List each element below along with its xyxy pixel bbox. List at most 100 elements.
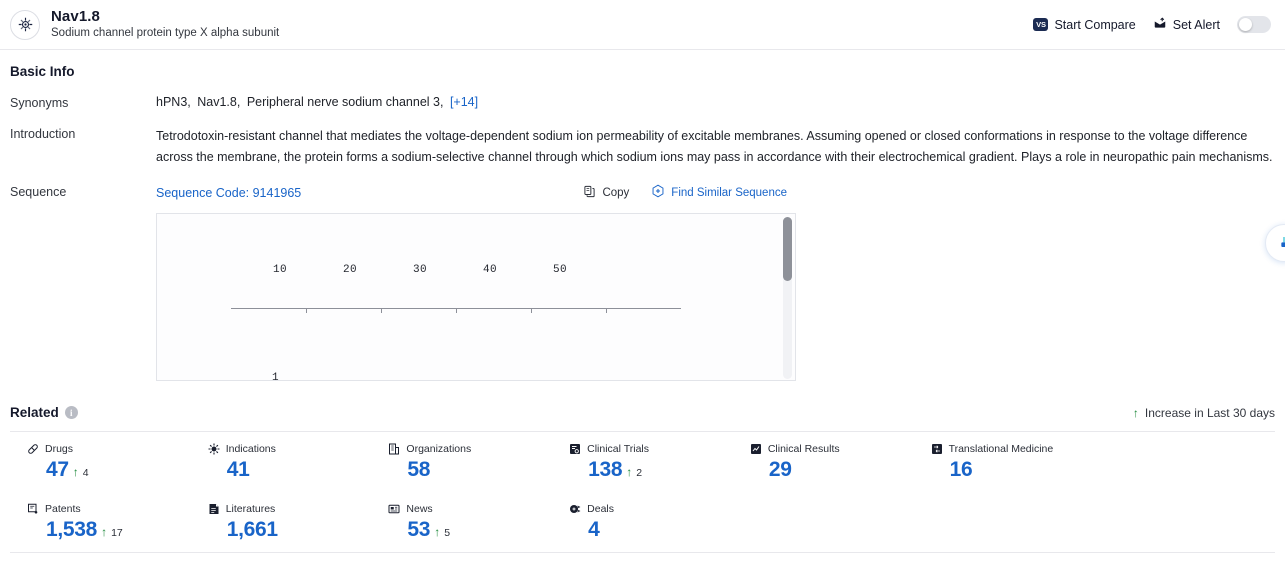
sequence-scrollbar[interactable] — [783, 217, 792, 379]
stat-value: 53 — [407, 518, 431, 541]
stat-label: Patents — [45, 503, 81, 515]
increase-legend: ↑ Increase in Last 30 days — [1133, 406, 1275, 420]
synonyms-value: hPN3, Nav1.8, Peripheral nerve sodium ch… — [156, 95, 1275, 110]
related-header: Related i ↑ Increase in Last 30 days — [10, 405, 1275, 420]
stat-card-deals[interactable]: Deals 4 — [552, 492, 733, 552]
stat-value-row: 29 — [750, 458, 914, 482]
sequence-content: Sequence Code: 9141965 Copy Find Similar… — [156, 184, 1275, 381]
page-title: Nav1.8 — [51, 8, 100, 25]
stat-value: 41 — [226, 458, 250, 481]
stat-delta: 5 — [444, 527, 451, 539]
set-alert-label: Set Alert — [1172, 17, 1220, 32]
stat-card-literatures[interactable]: Literatures 1,661 — [191, 492, 372, 552]
stat-value: 29 — [768, 458, 792, 481]
start-compare-label: Start Compare — [1054, 17, 1136, 32]
stat-header: Clinical Trials — [569, 443, 733, 455]
stat-value: 1,661 — [226, 518, 278, 541]
copy-label: Copy — [602, 186, 630, 199]
sequence-tools: Copy Find Similar Sequence — [583, 184, 1275, 201]
stat-value-row: 1,538 ↑ 17 — [27, 518, 191, 542]
stat-value-row: 138 ↑ 2 — [569, 458, 733, 482]
sequence-ruler: 10 20 30 40 50 — [231, 264, 568, 276]
arrow-up-icon: ↑ — [626, 465, 633, 479]
stat-label: Clinical Results — [767, 443, 840, 455]
sequence-header: Sequence Code: 9141965 Copy Find Similar… — [156, 184, 1275, 201]
stat-header: Clinical Results — [750, 443, 914, 455]
stat-value: 1,538 — [46, 518, 98, 541]
find-similar-icon — [651, 184, 665, 201]
header-titles: Nav1.8 Sodium channel protein type X alp… — [51, 8, 279, 41]
stat-card-indications[interactable]: Indications 41 — [191, 432, 372, 492]
sequence-ruler-line — [231, 307, 681, 313]
sequence-viewer[interactable]: 10 20 30 40 50 1 MEFPIGSLET NNFRRFTPES L… — [156, 213, 796, 381]
page-body: Basic Info Synonyms hPN3, Nav1.8, Periph… — [0, 64, 1285, 553]
find-similar-sequence-button[interactable]: Find Similar Sequence — [651, 184, 787, 201]
set-alert-button[interactable]: Set Alert — [1153, 16, 1220, 33]
translational-icon — [931, 443, 943, 455]
stat-header: Patents — [27, 503, 191, 515]
stat-header: Indications — [208, 443, 372, 455]
sequence-row: Sequence Sequence Code: 9141965 Copy Fin… — [10, 184, 1275, 381]
synonym-item: Peripheral nerve sodium channel 3, — [246, 95, 444, 109]
stat-label: Indications — [225, 443, 276, 455]
stat-value-row: 58 — [388, 458, 552, 482]
stat-card-organizations[interactable]: Organizations 58 — [371, 432, 552, 492]
stat-card-patents[interactable]: Patents 1,538 ↑ 17 — [10, 492, 191, 552]
stat-header: Literatures — [208, 503, 372, 515]
stat-value-row: 47 ↑ 4 — [27, 458, 191, 482]
find-similar-label: Find Similar Sequence — [671, 186, 787, 199]
vs-icon: VS — [1033, 18, 1049, 31]
stat-delta: 17 — [111, 527, 123, 539]
copy-button[interactable]: Copy — [583, 185, 629, 201]
stat-value: 4 — [588, 518, 600, 541]
target-crosshair-icon — [10, 9, 40, 40]
stat-label: Literatures — [225, 503, 276, 515]
stat-delta: 2 — [636, 467, 643, 479]
sequence-scrollbar-thumb[interactable] — [783, 217, 792, 281]
alert-bell-icon — [1153, 16, 1167, 33]
start-compare-button[interactable]: VS Start Compare — [1033, 17, 1136, 32]
page-subtitle: Sodium channel protein type X alpha subu… — [51, 27, 280, 39]
stat-card-clinical-trials[interactable]: Clinical Trials 138 ↑ 2 — [552, 432, 733, 492]
stat-value: 16 — [949, 458, 973, 481]
stat-label: News — [406, 503, 433, 515]
stat-label: Deals — [587, 503, 614, 515]
synonyms-label: Synonyms — [10, 96, 69, 110]
alert-toggle[interactable] — [1237, 16, 1271, 33]
related-title: Related — [10, 405, 59, 420]
building-icon — [388, 443, 400, 455]
arrow-up-icon: ↑ — [434, 525, 441, 539]
stat-value-row: 1,661 — [208, 518, 372, 542]
arrow-up-icon: ↑ — [72, 465, 79, 479]
sequence-label: Sequence — [10, 185, 67, 199]
results-icon — [750, 443, 762, 455]
info-icon[interactable]: i — [64, 406, 78, 419]
stat-value: 138 — [588, 458, 623, 481]
introduction-text: Tetrodotoxin-resistant channel that medi… — [156, 129, 1273, 164]
literature-icon — [208, 503, 220, 515]
stat-value: 58 — [407, 458, 431, 481]
stat-card-news[interactable]: News 53 ↑ 5 — [371, 492, 552, 552]
synonyms-more-link[interactable]: [+14] — [450, 95, 478, 109]
patent-icon — [27, 503, 39, 515]
news-icon — [388, 503, 400, 515]
clinical-trial-icon — [569, 443, 581, 455]
increase-legend-label: Increase in Last 30 days — [1144, 405, 1275, 420]
sequence-code[interactable]: Sequence Code: 9141965 — [156, 186, 301, 200]
page-header: Nav1.8 Sodium channel protein type X alp… — [0, 0, 1285, 50]
basic-info-title: Basic Info — [10, 64, 75, 79]
stat-header: Drugs — [27, 443, 191, 455]
stat-card-clinical-results[interactable]: Clinical Results 29 — [733, 432, 914, 492]
deals-icon — [569, 503, 581, 515]
capsule-icon — [27, 443, 39, 455]
introduction-row: Introduction Tetrodotoxin-resistant chan… — [10, 126, 1275, 168]
synonym-item: Nav1.8, — [197, 95, 241, 109]
stat-card-translational-medicine[interactable]: Translational Medicine 16 — [914, 432, 1095, 492]
stat-header: Translational Medicine — [931, 443, 1095, 455]
synonym-item: hPN3, — [156, 95, 191, 109]
stat-card-drugs[interactable]: Drugs 47 ↑ 4 — [10, 432, 191, 492]
stat-label: Clinical Trials — [587, 443, 649, 455]
sequence-text: 10 20 30 40 50 1 MEFPIGSLET NNFRRFTPES L… — [157, 214, 795, 380]
stat-card-empty — [1094, 432, 1275, 492]
stat-header: Organizations — [388, 443, 552, 455]
